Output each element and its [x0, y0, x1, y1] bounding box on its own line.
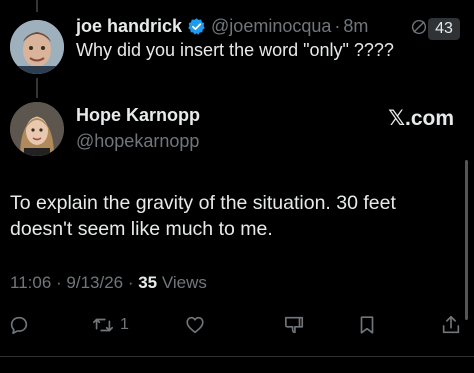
- post-metadata: 11:06 · 9/13/26 · 35 Views: [10, 273, 207, 293]
- edit-pencil-icon[interactable]: [410, 18, 428, 36]
- scrollbar[interactable]: [465, 160, 468, 320]
- verified-badge-icon: [188, 17, 205, 35]
- bookmark-button[interactable]: [356, 308, 378, 342]
- heart-icon: [186, 316, 204, 334]
- views-count: 35: [138, 273, 158, 292]
- retweet-count: 1: [120, 316, 129, 333]
- reply-count-badge: 43: [428, 18, 460, 40]
- thread-line-bottom: [36, 78, 38, 98]
- dislike-button[interactable]: [283, 308, 305, 342]
- share-button[interactable]: [440, 308, 462, 342]
- avatar-hope-image: [10, 102, 64, 156]
- avatar-joe[interactable]: [10, 20, 64, 74]
- reply-author-handle[interactable]: @joeminocqua: [211, 16, 331, 37]
- bookmark-icon: [360, 316, 374, 334]
- views-label: Views: [157, 273, 207, 292]
- thumbs-down-icon: [284, 316, 304, 334]
- comment-icon: [10, 316, 28, 335]
- divider: [0, 356, 474, 357]
- post-timestamp[interactable]: 11:06 · 9/13/26 ·: [10, 273, 138, 292]
- reply-header: joe handrick @joeminocqua · 8m: [76, 14, 464, 38]
- avatar-hope[interactable]: [10, 102, 64, 156]
- post-author-handle[interactable]: @hopekarnopp: [76, 131, 199, 152]
- reply-separator: ·: [334, 15, 341, 36]
- share-icon: [442, 315, 460, 334]
- reply-button[interactable]: [8, 308, 30, 342]
- retweet-icon: [93, 318, 113, 332]
- avatar-joe-image: [10, 20, 64, 74]
- like-button[interactable]: [184, 308, 206, 342]
- post-text: To explain the gravity of the situation.…: [10, 192, 396, 240]
- action-bar: 1: [0, 308, 474, 342]
- retweet-button[interactable]: 1: [92, 308, 129, 342]
- reply-text: Why did you insert the word "only" ????: [76, 40, 394, 60]
- x-logo[interactable]: 𝕏.com: [388, 106, 454, 131]
- reply-author-name[interactable]: joe handrick: [76, 16, 182, 37]
- post-author-name[interactable]: Hope Karnopp: [76, 105, 200, 126]
- thread-line-top: [36, 0, 38, 12]
- reply-timestamp[interactable]: 8m: [343, 16, 368, 37]
